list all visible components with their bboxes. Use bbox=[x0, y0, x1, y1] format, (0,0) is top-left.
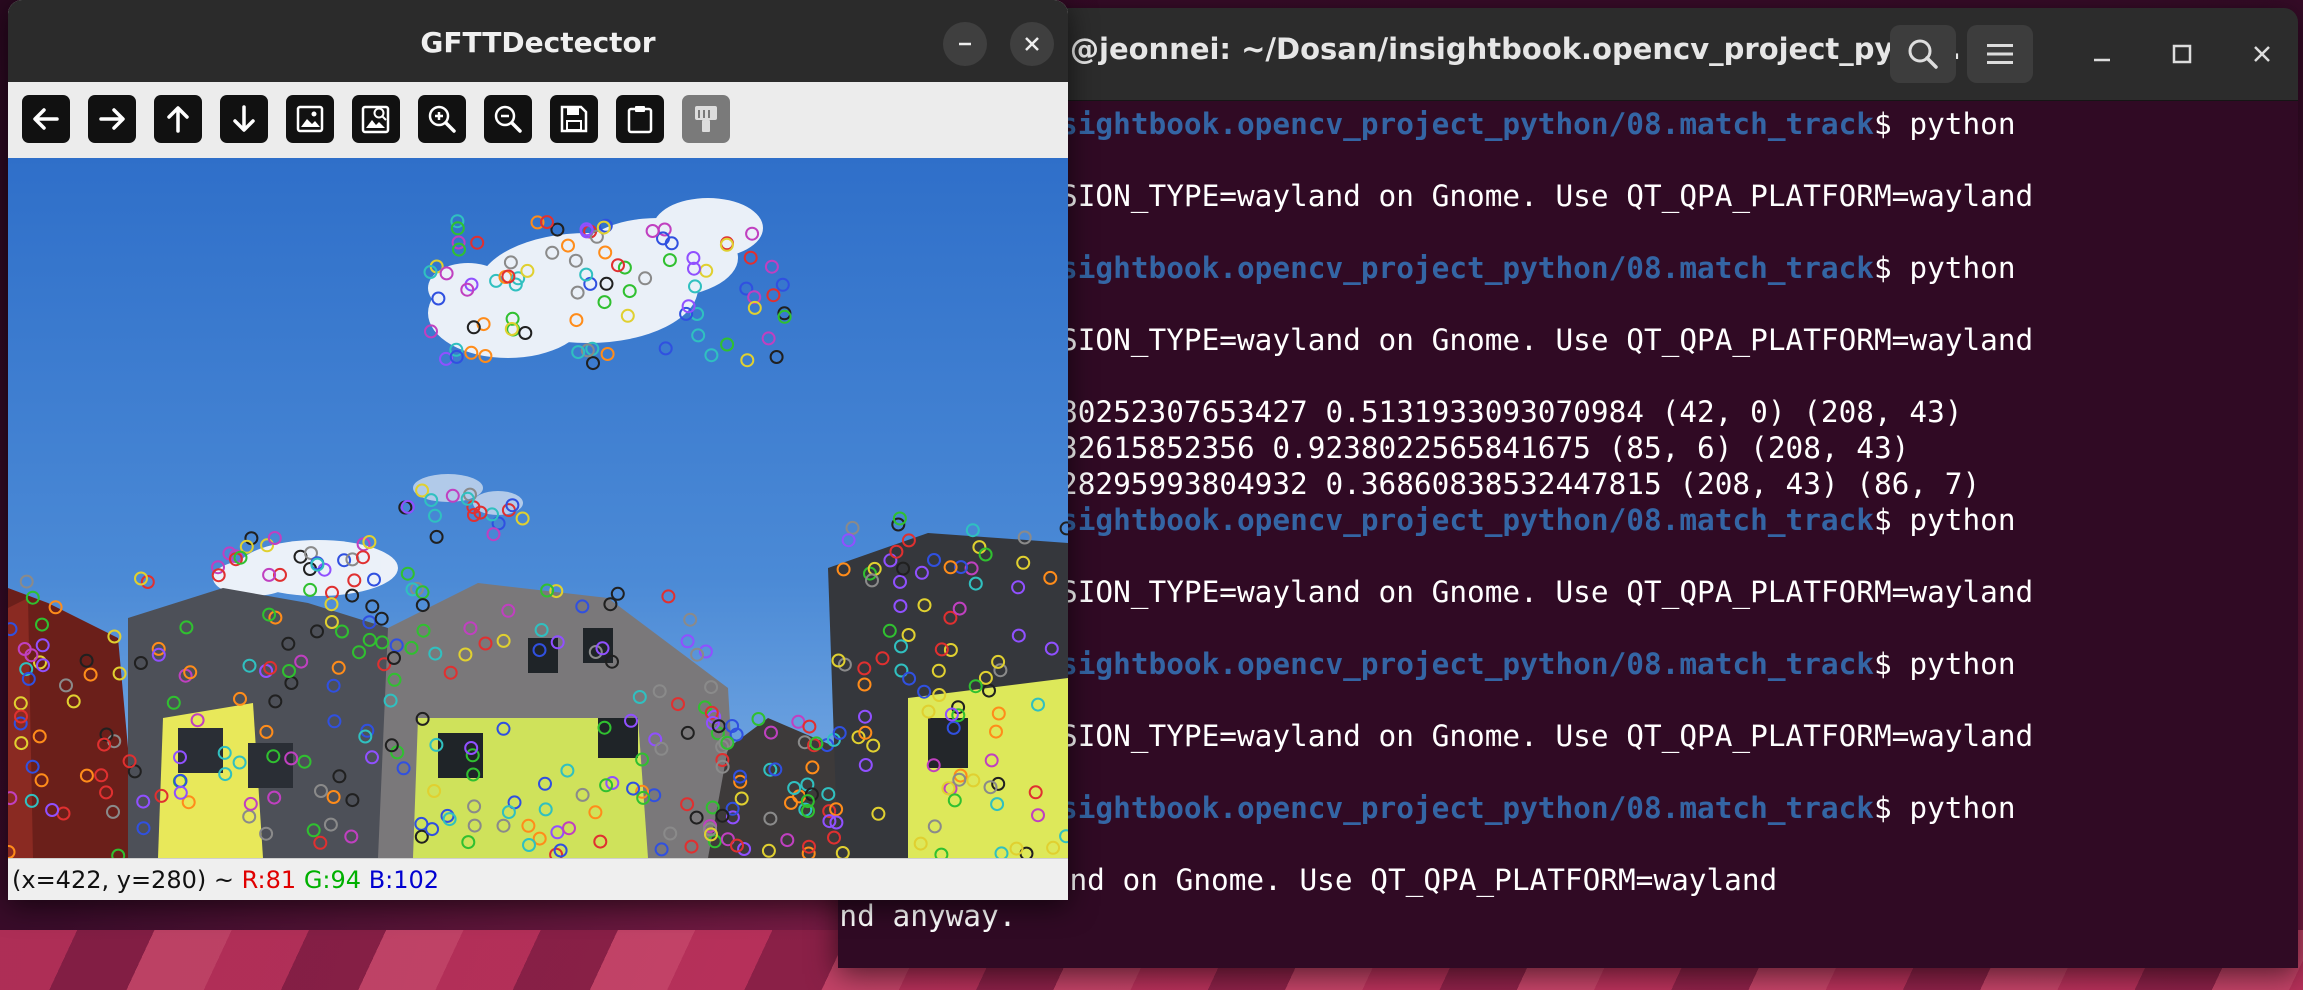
terminal-cursor-line bbox=[838, 934, 2298, 968]
window-title: GFTTDectector bbox=[420, 26, 656, 59]
close-icon[interactable] bbox=[2238, 30, 2286, 78]
image-canvas[interactable] bbox=[8, 158, 1068, 858]
search-icon[interactable] bbox=[1890, 25, 1956, 83]
save-icon[interactable] bbox=[550, 95, 598, 143]
prompt-command: $ python bbox=[1874, 251, 2016, 285]
image-icon[interactable] bbox=[286, 95, 334, 143]
arrow-left-icon[interactable] bbox=[22, 95, 70, 143]
copy-to-clipboard-icon[interactable] bbox=[616, 95, 664, 143]
close-icon[interactable] bbox=[1010, 22, 1054, 66]
red-value: R:81 bbox=[241, 866, 297, 894]
opencv-headerbar[interactable]: GFTTDectector bbox=[8, 0, 1068, 82]
minimize-icon[interactable] bbox=[2078, 30, 2126, 78]
hamburger-menu-icon[interactable] bbox=[1967, 25, 2033, 83]
prompt-command: $ python bbox=[1874, 647, 2016, 681]
cursor-coordinates: (x=422, y=280) ~ bbox=[12, 866, 234, 894]
arrow-down-icon[interactable] bbox=[220, 95, 268, 143]
blue-value: B:102 bbox=[368, 866, 440, 894]
opencv-toolbar bbox=[8, 82, 1068, 158]
terminal-title: @jeonnei: ~/Dosan/insightbook.opencv_pro… bbox=[1070, 32, 1961, 66]
prompt-command: $ python bbox=[1874, 791, 2016, 825]
opencv-image-window[interactable]: GFTTDectector (x=422, y=280) ~ R:81 G:94… bbox=[8, 0, 1068, 900]
status-bar: (x=422, y=280) ~ R:81 G:94 B:102 bbox=[8, 858, 1068, 900]
green-value: G:94 bbox=[303, 866, 362, 894]
zoom-in-icon[interactable] bbox=[418, 95, 466, 143]
image-zoom-icon[interactable] bbox=[352, 95, 400, 143]
arrow-up-icon[interactable] bbox=[154, 95, 202, 143]
prompt-command: $ python bbox=[1874, 107, 2016, 141]
arrow-right-icon[interactable] bbox=[88, 95, 136, 143]
zoom-out-icon[interactable] bbox=[484, 95, 532, 143]
properties-brush-icon[interactable] bbox=[682, 95, 730, 143]
terminal-line: to run on Wayland anyway. bbox=[838, 899, 1017, 933]
minimize-icon[interactable] bbox=[943, 22, 987, 66]
maximize-icon[interactable] bbox=[2158, 30, 2206, 78]
prompt-command: $ python bbox=[1874, 503, 2016, 537]
